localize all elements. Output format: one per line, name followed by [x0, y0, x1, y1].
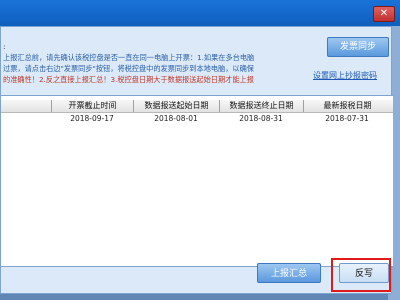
report-dialog: : 上报汇总前，请先确认该税控盘是否一直在同一电脑上开票：1.如果在多台电脑 过… [0, 26, 393, 294]
header-report-start[interactable]: 数据报送起始日期 [133, 100, 219, 112]
notice-line-3: 的准确性！2.反之直接上报汇总！3.税控盘日期大于数据报送起始日期才能上报 [3, 75, 254, 84]
header-invoice-deadline[interactable]: 开票截止时间 [51, 100, 133, 112]
notice-label: : [3, 42, 6, 51]
sync-invoices-button[interactable]: 发票同步 [327, 37, 389, 57]
table-header: 开票截止时间 数据报送起始日期 数据报送终止日期 最新报税日期 [1, 100, 393, 113]
header-latest-tax-date[interactable]: 最新报税日期 [303, 100, 391, 112]
highlight-annotation [331, 258, 391, 292]
header-report-end[interactable]: 数据报送终止日期 [219, 100, 303, 112]
set-password-link[interactable]: 设置网上抄报密码 [313, 70, 393, 81]
notice-text: : 上报汇总前，请先确认该税控盘是否一直在同一电脑上开票：1.如果在多台电脑 过… [3, 41, 301, 85]
notice-line-1: 上报汇总前，请先确认该税控盘是否一直在同一电脑上开票：1.如果在多台电脑 [3, 53, 255, 62]
close-button[interactable]: ✕ [373, 6, 395, 22]
report-table: 开票截止时间 数据报送起始日期 数据报送终止日期 最新报税日期 2018-09-… [1, 95, 393, 267]
upload-summary-button[interactable]: 上报汇总 [257, 263, 321, 283]
notice-line-2: 过票，请点击右边"发票同步"按钮，将税控盘中的发票同步到本地电脑，以确保 [3, 64, 254, 73]
title-bar: ✕ [0, 0, 400, 26]
cell-latest-tax-date: 2018-07-31 [325, 114, 369, 123]
cell-report-start: 2018-08-01 [154, 114, 198, 123]
cell-invoice-deadline: 2018-09-17 [70, 114, 114, 123]
cell-report-end: 2018-08-31 [239, 114, 283, 123]
close-icon: ✕ [379, 8, 389, 19]
